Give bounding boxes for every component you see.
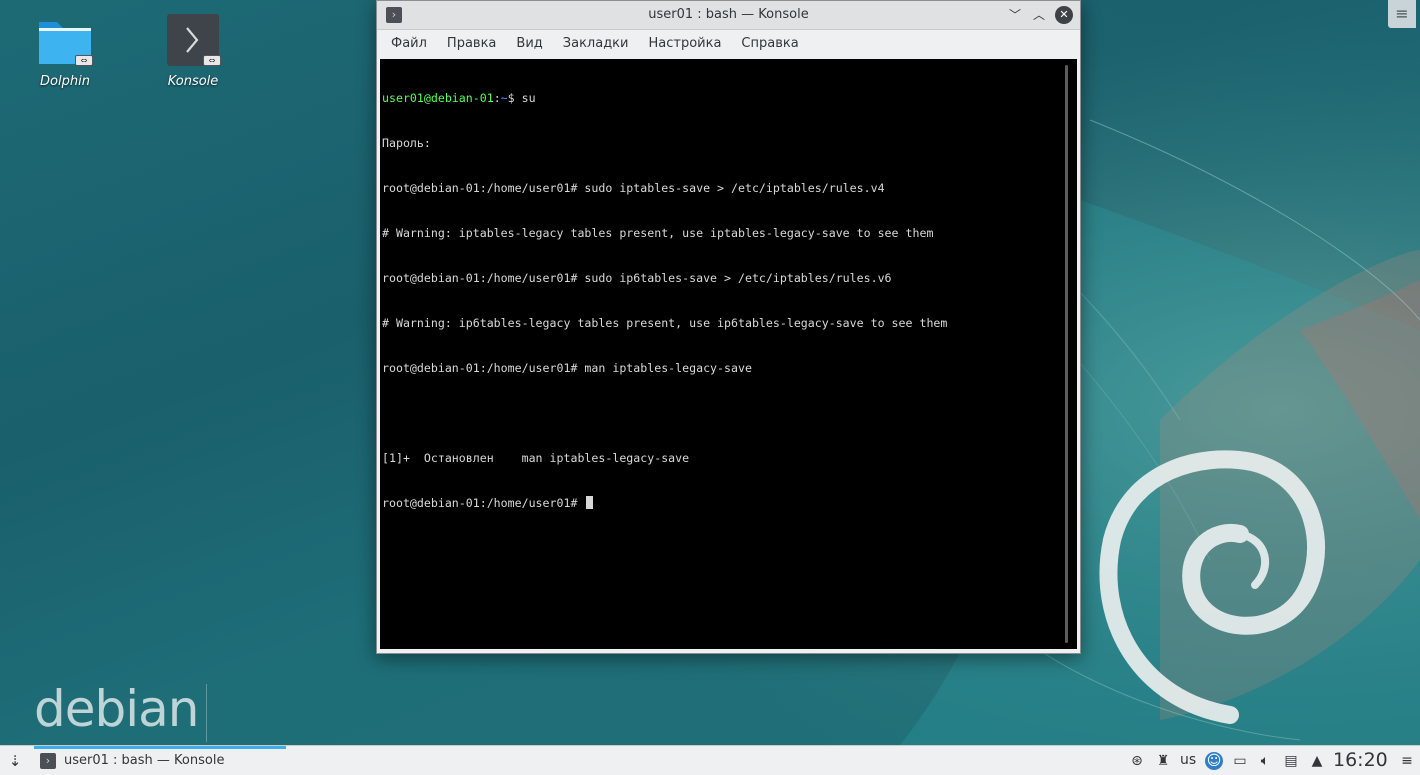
desktop-icon-dolphin[interactable]: ⇔ Dolphin — [20, 14, 110, 89]
terminal-line: root@debian-01:/home/user01# man iptable… — [382, 361, 752, 375]
menu-bookmarks[interactable]: Закладки — [553, 36, 639, 59]
prompt-user: user01@debian-01 — [382, 91, 494, 105]
minimize-button[interactable]: ﹀ — [1006, 6, 1024, 24]
close-button[interactable]: ✕ — [1055, 6, 1073, 24]
menu-file[interactable]: Файл — [381, 36, 437, 59]
maximize-button[interactable]: ︿ — [1030, 6, 1048, 24]
accessibility-icon[interactable]: ☺ — [1205, 752, 1223, 770]
wallpaper-divider — [206, 684, 207, 742]
terminal-output[interactable]: user01@debian-01:~$ su Пароль: root@debi… — [380, 59, 1077, 649]
desktop-toolbox-menu-icon[interactable]: ≡ — [1388, 0, 1416, 28]
panel-menu-icon[interactable]: ≡ — [1398, 752, 1416, 770]
folder-icon: ⇔ — [37, 14, 93, 70]
terminal-line: [1]+ Остановлен man iptables-legacy-save — [382, 451, 690, 465]
desktop-icon-label: Konsole — [167, 74, 219, 89]
taskbar: ⇣ › user01 : bash — Konsole ⊛ ♜ us ☺ ▭ 🔈… — [0, 745, 1420, 775]
command-text: su — [521, 91, 536, 105]
keyboard-layout-indicator[interactable]: us — [1180, 752, 1196, 768]
window-title: user01 : bash — Konsole — [648, 7, 809, 22]
menu-edit[interactable]: Правка — [437, 36, 506, 59]
terminal-line: Пароль: — [382, 136, 431, 150]
link-badge-icon: ⇔ — [75, 55, 93, 66]
network-icon[interactable]: ▭ — [1231, 752, 1249, 770]
menu-view[interactable]: Вид — [506, 36, 552, 59]
link-badge-icon: ⇔ — [203, 55, 221, 66]
prompt-path: ~ — [500, 91, 508, 105]
desktop-icon-konsole[interactable]: ⇔ Konsole — [148, 14, 238, 89]
desktop-icon-label: Dolphin — [40, 74, 90, 89]
terminal-line: # Warning: iptables-legacy tables presen… — [382, 226, 934, 240]
debian-wallpaper-logo: debian — [34, 680, 199, 738]
volume-icon[interactable]: 🔈︎ — [1256, 752, 1274, 770]
terminal-line: root@debian-01:/home/user01# — [382, 496, 947, 511]
menu-help[interactable]: Справка — [731, 36, 808, 59]
prompt-root: root@debian-01:/home/user01# — [382, 496, 585, 510]
menu-settings[interactable]: Настройка — [638, 36, 731, 59]
terminal-icon: ⇔ — [165, 14, 221, 70]
terminal-scrollbar[interactable] — [1065, 65, 1068, 643]
terminal-line: user01@debian-01:~$ su — [382, 91, 536, 105]
window-titlebar[interactable]: › user01 : bash — Konsole ﹀ ︿ ✕ — [377, 1, 1080, 30]
clock[interactable]: 16:20 — [1333, 749, 1388, 771]
tray-expand-arrow-icon[interactable]: ▲ — [1308, 752, 1326, 770]
konsole-window[interactable]: › user01 : bash — Konsole ﹀ ︿ ✕ Файл Пра… — [376, 0, 1081, 654]
text-cursor — [586, 496, 594, 509]
clipboard-icon[interactable]: ▤ — [1282, 752, 1300, 770]
terminal-line: # Warning: ip6tables-legacy tables prese… — [382, 316, 948, 330]
menubar: Файл Правка Вид Закладки Настройка Справ… — [377, 30, 1080, 59]
system-tray: ⊛ ♜ us ☺ ▭ 🔈︎ ▤ ▲ 16:20 ≡ — [0, 746, 1420, 775]
usb-device-icon[interactable]: ♜ — [1154, 752, 1172, 770]
updates-icon[interactable]: ⊛ — [1128, 752, 1146, 770]
terminal-line: root@debian-01:/home/user01# sudo iptabl… — [382, 181, 885, 195]
terminal-line: root@debian-01:/home/user01# sudo ip6tab… — [382, 271, 892, 285]
